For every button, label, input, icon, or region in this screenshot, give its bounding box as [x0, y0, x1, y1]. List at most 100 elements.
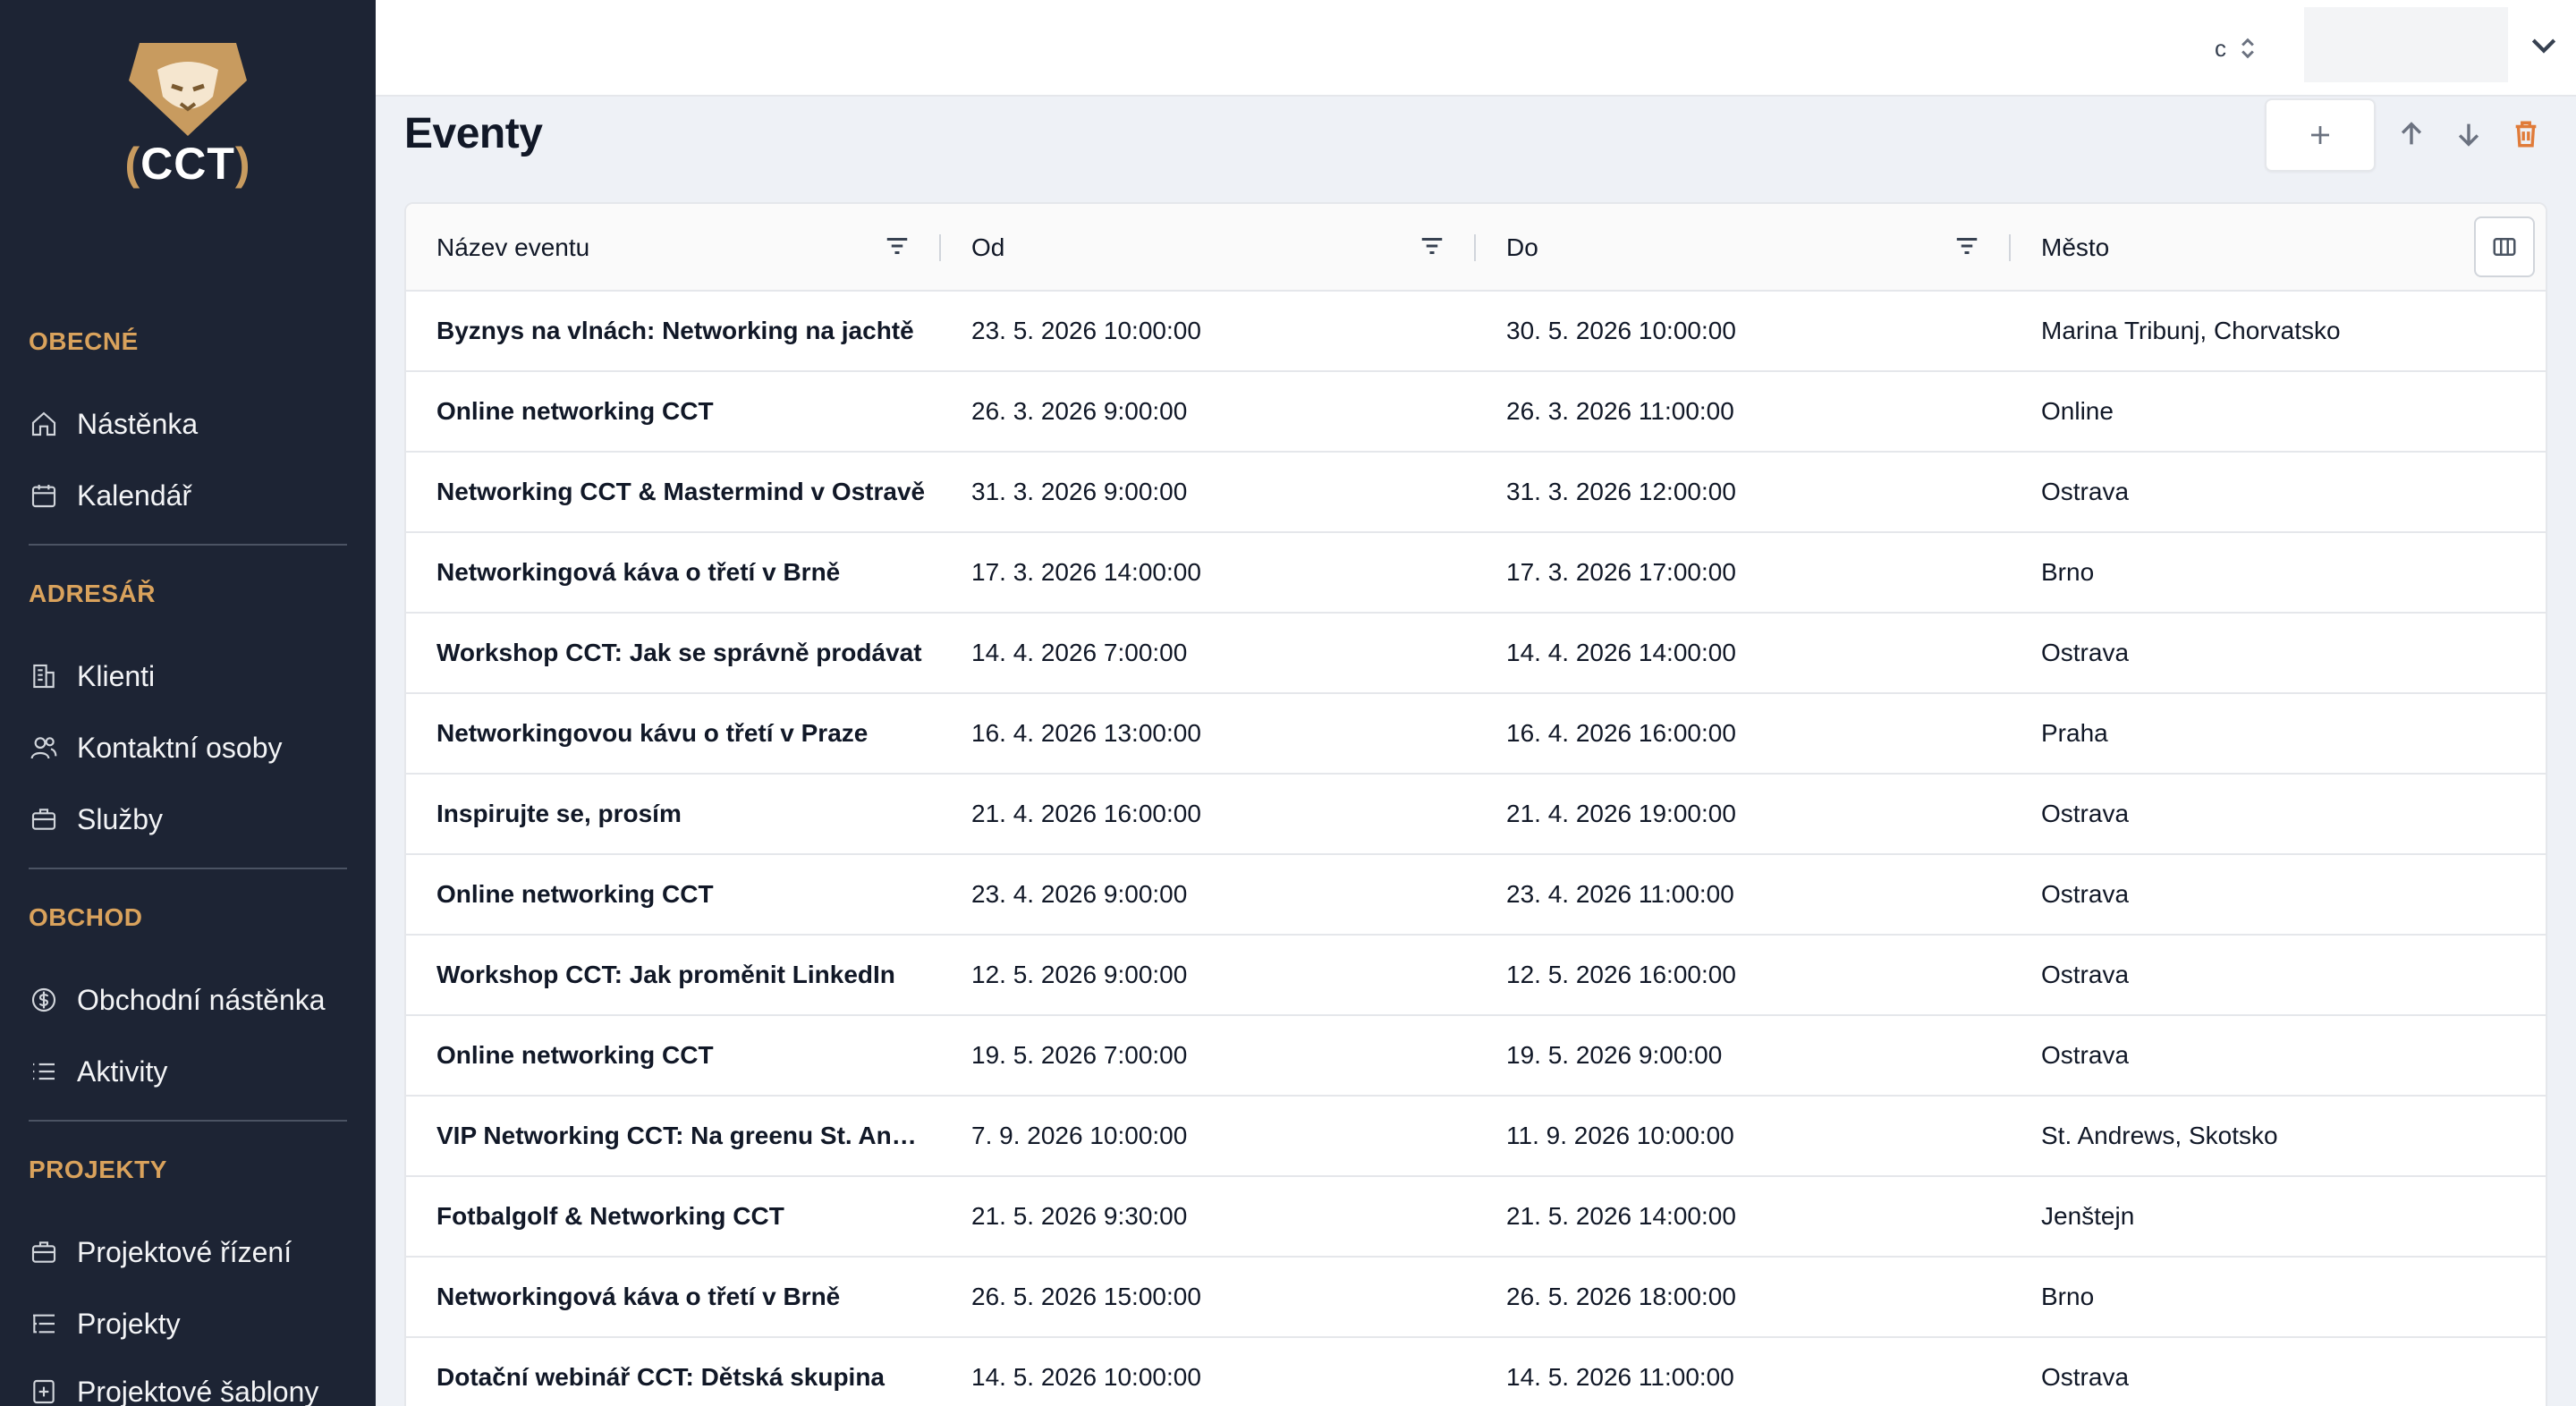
start-cell: 21. 4. 2026 16:00:00	[971, 800, 1201, 827]
column-resizer[interactable]	[1474, 234, 1476, 261]
column-settings-button[interactable]	[2474, 216, 2535, 277]
table-row[interactable]: Online networking CCT 23. 4. 2026 9:00:00…	[406, 855, 2546, 936]
sidebar-item-label: Nástěnka	[77, 407, 199, 440]
section-title-obecne: OBECNÉ	[29, 327, 139, 355]
table-row[interactable]: Workshop CCT: Jak se správně prodávat 14.…	[406, 614, 2546, 694]
section-title-obchod: OBCHOD	[29, 903, 143, 931]
table-row[interactable]: Inspirujte se, prosím 21. 4. 2026 16:00:0…	[406, 775, 2546, 855]
export-button[interactable]	[2449, 114, 2488, 154]
sidebar-item-label: Služby	[77, 802, 164, 835]
filter-icon[interactable]	[1953, 233, 1986, 265]
sidebar-item-label: Klienti	[77, 659, 156, 692]
event-name-cell: Online networking CCT	[436, 397, 714, 425]
city-cell: St. Andrews, Skotsko	[2041, 1122, 2278, 1149]
table-row[interactable]: VIP Networking CCT: Na greenu St. Andrew…	[406, 1097, 2546, 1177]
column-header-do[interactable]: Do	[1506, 204, 2007, 292]
event-name-cell: Networkingovou kávu o třetí v Praze	[436, 719, 869, 747]
chevron-down-icon	[2531, 38, 2556, 54]
table-row[interactable]: Byznys na vlnách: Networking na jachtě 23…	[406, 292, 2546, 372]
table-row[interactable]: Networkingová káva o třetí v Brně 26. 5. …	[406, 1258, 2546, 1338]
city-cell: Ostrava	[2041, 880, 2130, 908]
sidebar-divider	[29, 544, 347, 546]
list-tree-icon	[29, 1309, 59, 1339]
sidebar-item-label: Aktivity	[77, 1054, 168, 1088]
page-title: Eventy	[404, 110, 543, 157]
table-row[interactable]: Networking CCT & Mastermind v Ostravě 31.…	[406, 453, 2546, 533]
sidebar-item-label: Projektové řízení	[77, 1235, 292, 1268]
workspace-selector[interactable]: c	[2215, 29, 2260, 68]
column-resizer[interactable]	[939, 234, 941, 261]
columns-icon	[2493, 238, 2516, 256]
start-cell: 21. 5. 2026 9:30:00	[971, 1202, 1188, 1230]
table-header: Název eventu Od Do Město	[406, 204, 2546, 292]
add-event-button[interactable]	[2265, 98, 2376, 172]
column-resizer[interactable]	[2009, 234, 2011, 261]
start-cell: 23. 4. 2026 9:00:00	[971, 880, 1188, 908]
table-row[interactable]: Fotbalgolf & Networking CCT 21. 5. 2026 9…	[406, 1177, 2546, 1258]
sidebar-divider	[29, 868, 347, 869]
logo-wordmark: (CCT)	[124, 139, 251, 189]
home-icon	[29, 409, 59, 439]
sidebar-item-projektove-sablony[interactable]: Projektové šablony	[29, 1367, 351, 1406]
arrow-down-icon	[2458, 123, 2479, 147]
sidebar-item-projektove-rizeni[interactable]: Projektové řízení	[29, 1227, 351, 1277]
sidebar-item-klienti[interactable]: Klienti	[29, 651, 351, 701]
start-cell: 14. 4. 2026 7:00:00	[971, 639, 1188, 666]
start-cell: 23. 5. 2026 10:00:00	[971, 317, 1201, 344]
event-name-cell: Networkingová káva o třetí v Brně	[436, 1283, 841, 1310]
sidebar-item-nastenka[interactable]: Nástěnka	[29, 399, 351, 449]
calendar-icon	[29, 480, 59, 511]
lion-shield-icon	[129, 43, 247, 136]
sidebar-item-kontaktni-osoby[interactable]: Kontaktní osoby	[29, 723, 351, 773]
table-row[interactable]: Online networking CCT 26. 3. 2026 9:00:00…	[406, 372, 2546, 453]
delete-button[interactable]	[2506, 114, 2546, 154]
table-body: Byznys na vlnách: Networking na jachtě 23…	[406, 292, 2546, 1406]
end-cell: 21. 4. 2026 19:00:00	[1506, 800, 1736, 827]
users-icon	[29, 733, 59, 763]
list-icon	[29, 1056, 59, 1087]
cct-logo[interactable]: (CCT)	[113, 39, 263, 190]
event-name-cell: Online networking CCT	[436, 880, 714, 908]
sidebar-item-label: Projekty	[77, 1307, 181, 1340]
end-cell: 12. 5. 2026 16:00:00	[1506, 961, 1736, 988]
filter-icon[interactable]	[884, 233, 916, 265]
column-label: Město	[2041, 233, 2110, 261]
column-header-mesto[interactable]: Město	[2041, 204, 2453, 292]
city-cell: Ostrava	[2041, 639, 2130, 666]
section-title-adresar: ADRESÁŘ	[29, 580, 156, 607]
event-name-cell: Networkingová káva o třetí v Brně	[436, 558, 841, 586]
start-cell: 17. 3. 2026 14:00:00	[971, 558, 1201, 586]
event-name-cell: Byznys na vlnách: Networking na jachtě	[436, 317, 914, 344]
filter-icon[interactable]	[1419, 233, 1451, 265]
briefcase-icon	[29, 1237, 59, 1267]
chevron-up-down-icon	[2241, 38, 2254, 59]
table-row[interactable]: Networkingovou kávu o třetí v Praze 16. 4…	[406, 694, 2546, 775]
import-button[interactable]	[2392, 114, 2431, 154]
event-name-cell: Online networking CCT	[436, 1041, 714, 1069]
column-header-nazev[interactable]: Název eventu	[436, 204, 937, 292]
sidebar-item-aktivity[interactable]: Aktivity	[29, 1046, 351, 1097]
sidebar-item-projekty[interactable]: Projekty	[29, 1299, 351, 1349]
table-row[interactable]: Online networking CCT 19. 5. 2026 7:00:00…	[406, 1016, 2546, 1097]
end-cell: 17. 3. 2026 17:00:00	[1506, 558, 1736, 586]
sidebar-item-label: Kontaktní osoby	[77, 731, 283, 764]
column-header-od[interactable]: Od	[971, 204, 1472, 292]
user-menu-placeholder[interactable]	[2304, 7, 2508, 82]
sidebar-item-sluzby[interactable]: Služby	[29, 794, 351, 844]
table-row[interactable]: Workshop CCT: Jak proměnit LinkedIn 12. 5…	[406, 936, 2546, 1016]
user-menu-toggle[interactable]	[2526, 27, 2565, 66]
end-cell: 31. 3. 2026 12:00:00	[1506, 478, 1736, 505]
sidebar-item-label: Obchodní nástěnka	[77, 983, 326, 1016]
table-row[interactable]: Networkingová káva o třetí v Brně 17. 3. …	[406, 533, 2546, 614]
city-cell: Praha	[2041, 719, 2108, 747]
column-label: Od	[971, 233, 1005, 261]
dollar-icon	[29, 985, 59, 1015]
table-row[interactable]: Dotační webinář CCT: Dětská skupina 14. 5…	[406, 1338, 2546, 1406]
sidebar-item-obchodni-nastenka[interactable]: Obchodní nástěnka	[29, 975, 351, 1025]
sidebar-item-label: Projektové šablony	[77, 1375, 319, 1406]
end-cell: 11. 9. 2026 10:00:00	[1506, 1122, 1734, 1149]
end-cell: 21. 5. 2026 14:00:00	[1506, 1202, 1736, 1230]
sidebar-item-kalendar[interactable]: Kalendář	[29, 470, 351, 521]
start-cell: 26. 5. 2026 15:00:00	[971, 1283, 1201, 1310]
section-title-projekty: PROJEKTY	[29, 1156, 167, 1183]
